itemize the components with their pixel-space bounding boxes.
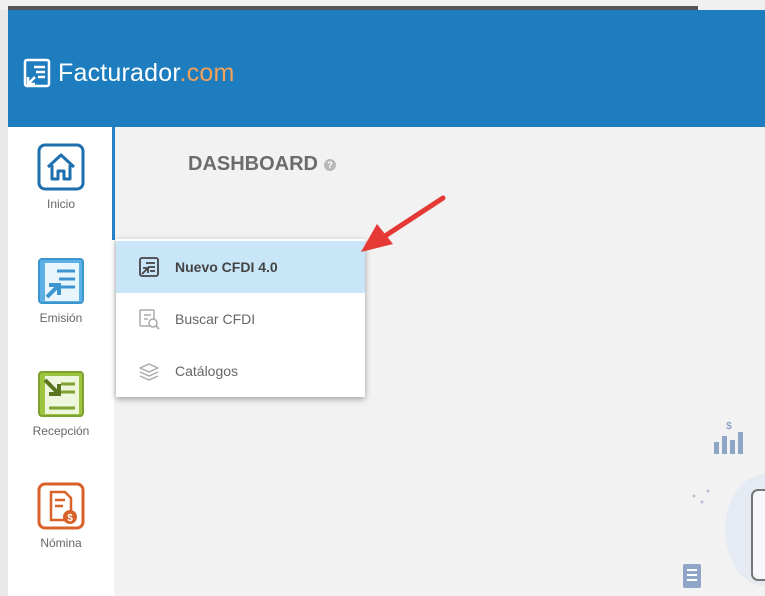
sidebar-item-label: Nómina (40, 536, 82, 550)
catalogs-icon (138, 360, 160, 382)
sidebar-item-emision[interactable]: Emisión (8, 257, 114, 369)
svg-text:$: $ (726, 421, 732, 432)
annotation-arrow-icon (361, 195, 446, 252)
browser-top-edge (0, 0, 765, 10)
emission-dropdown-menu: Nuevo CFDI 4.0 Buscar CFDI Catálogos (116, 239, 365, 397)
payroll-icon: $ (37, 482, 85, 530)
sidebar-item-nomina[interactable]: $ Nómina (8, 482, 114, 594)
emission-icon (38, 258, 84, 304)
sidebar-item-recepcion[interactable]: Recepción (8, 370, 114, 482)
sidebar-item-label: Recepción (32, 424, 90, 438)
menu-item-label: Buscar CFDI (175, 311, 256, 327)
invoice-logo-icon (23, 58, 51, 88)
document-list-icon (683, 564, 701, 588)
search-invoice-icon (138, 308, 160, 330)
menu-item-buscar-cfdi[interactable]: Buscar CFDI (116, 293, 365, 345)
menu-item-catalogos[interactable]: Catálogos (116, 345, 365, 397)
chart-money-icon: $ (714, 421, 743, 454)
left-edge (0, 10, 8, 596)
svg-text:$: $ (67, 513, 73, 524)
new-invoice-icon (138, 256, 160, 278)
app-window: Facturador.com Inicio Emisión Recepción … (0, 0, 765, 596)
brand-name: Facturador.com (58, 58, 235, 87)
sidebar-item-label: Emisión (39, 311, 83, 325)
sidebar-item-inicio[interactable]: Inicio (8, 143, 114, 255)
page-title: DASHBOARD ? (188, 153, 336, 176)
home-icon (37, 143, 85, 191)
reception-icon (38, 371, 84, 417)
device-illustration (725, 474, 765, 586)
sparkle-dots-icon (692, 489, 710, 504)
menu-item-nuevo-cfdi[interactable]: Nuevo CFDI 4.0 (116, 241, 365, 293)
menu-item-label: Catálogos (175, 363, 239, 379)
app-header: Facturador.com (8, 10, 765, 127)
brand-logo[interactable]: Facturador.com (22, 57, 235, 89)
menu-item-label: Nuevo CFDI 4.0 (175, 259, 278, 275)
help-icon[interactable]: ? (324, 158, 336, 171)
sidebar-item-label: Inicio (46, 197, 75, 211)
